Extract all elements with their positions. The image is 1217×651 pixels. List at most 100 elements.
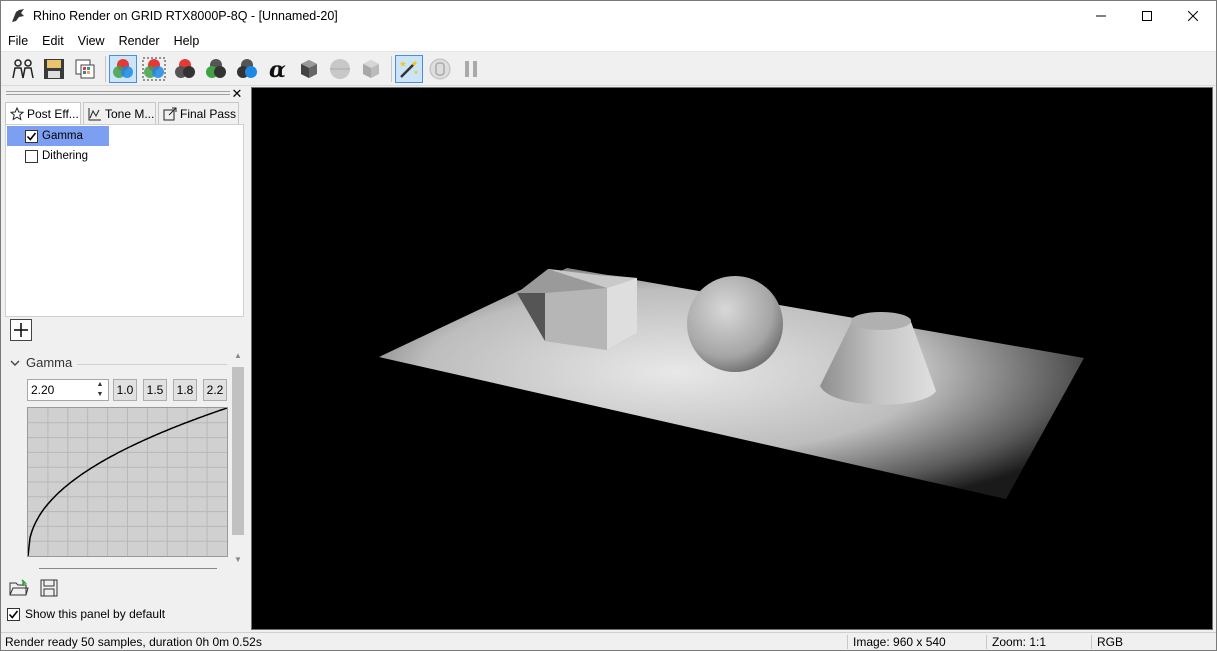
svg-text:α: α [269,57,286,81]
status-zoom: Zoom: 1:1 [992,635,1047,649]
dithering-checkbox[interactable] [25,149,38,163]
green-channel-button[interactable] [202,55,230,83]
post-effects-panel: ✕ Post Eff... Tone M... Final Pass Gamma… [3,87,246,632]
menu-view[interactable]: View [71,31,112,52]
gamma-curve [27,407,228,557]
save-button[interactable] [40,55,68,83]
toolbar-separator [391,55,392,82]
rgb-channels-icon [113,58,133,78]
close-icon [1188,11,1198,21]
status-separator [1091,635,1092,649]
list-item-label: Gamma [42,130,83,142]
status-separator [847,635,848,649]
minimize-button[interactable] [1078,1,1124,31]
tab-tone-mapping[interactable]: Tone M... [83,102,156,124]
scroll-thumb[interactable] [232,367,244,535]
tab-final-pass-label: Final Pass [180,106,237,121]
status-image-size: Image: 960 x 540 [853,635,946,649]
panel-close-button[interactable]: ✕ [230,87,244,101]
clone-button[interactable] [71,55,99,83]
menu-render[interactable]: Render [112,31,167,52]
preset-2-2-button[interactable]: 2.2 [203,379,227,401]
section-divider [77,364,227,365]
export-icon [163,107,177,121]
show-default-label: Show this panel by default [25,607,166,621]
effects-list: Gamma Dithering [5,124,244,317]
rgb-inverted-button[interactable] [140,55,168,83]
scroll-up-icon[interactable]: ▲ [232,349,244,363]
render-window-button[interactable] [9,55,37,83]
load-preset-button[interactable] [9,578,29,598]
preset-1-8-button[interactable]: 1.8 [173,379,197,401]
red-channel-button[interactable] [171,55,199,83]
status-separator [986,635,987,649]
maximize-button[interactable] [1124,1,1170,31]
add-effect-button[interactable] [10,319,32,341]
tab-final-pass[interactable]: Final Pass [158,102,239,124]
gamma-checkbox[interactable] [25,129,38,143]
spin-up-icon[interactable]: ▲ [94,380,106,390]
gamma-stepper[interactable]: ▲ ▼ [27,379,109,401]
pause-button[interactable] [457,55,485,83]
sphere-icon [330,58,350,79]
render-viewport[interactable] [251,87,1213,630]
monochrome-icon [301,59,317,78]
gamma-spinner[interactable]: ▲ ▼ [94,380,106,400]
gamma-settings: Gamma ▲ ▼ ▲ ▼ 1.0 1.5 1.8 2.2 [5,349,245,604]
cube-button[interactable] [357,55,385,83]
blue-channel-icon [237,58,257,78]
blue-channel-button[interactable] [233,55,261,83]
gamma-curve-graph [27,407,228,557]
horizontal-scroll-track[interactable] [39,568,217,569]
menu-bar: File Edit View Render Help [1,31,1216,52]
menu-file[interactable]: File [1,31,35,52]
chevron-down-icon [10,360,20,366]
stop-button[interactable] [426,55,454,83]
clone-icon [75,59,95,78]
save-icon [40,579,58,597]
status-bar: Render ready 50 samples, duration 0h 0m … [1,632,1216,650]
title-bar: Rhino Render on GRID RTX8000P-8Q - [Unna… [1,1,1216,31]
green-channel-icon [206,58,226,78]
monochrome-button[interactable] [295,55,323,83]
window-title: Rhino Render on GRID RTX8000P-8Q - [Unna… [33,9,338,23]
preset-1-5-button[interactable]: 1.5 [143,379,167,401]
vertical-scrollbar[interactable]: ▲ ▼ [231,349,244,569]
panel-tabs: Post Eff... Tone M... Final Pass [5,102,245,124]
rhino-app-icon [9,7,27,25]
red-channel-icon [175,58,195,78]
list-item-dithering[interactable]: Dithering [7,146,109,166]
render-window-icon [12,58,34,78]
gamma-value-input[interactable] [28,380,94,400]
menu-help[interactable]: Help [167,31,207,52]
show-default-checkbox[interactable] [7,607,20,621]
save-preset-button[interactable] [39,578,59,598]
show-default-option[interactable]: Show this panel by default [7,607,165,621]
status-message: Render ready 50 samples, duration 0h 0m … [5,635,262,649]
rgb-channels-button[interactable] [109,54,137,83]
panel-footer-buttons [9,578,59,598]
maximize-icon [1142,11,1152,21]
post-effects-button[interactable] [395,54,423,83]
toolbar: α [1,52,1216,86]
alpha-channel-icon: α [269,57,286,81]
list-item-gamma[interactable]: Gamma [7,126,109,146]
spin-down-icon[interactable]: ▼ [94,390,106,400]
preset-1-0-button[interactable]: 1.0 [113,379,137,401]
status-channel: RGB [1097,635,1124,649]
scroll-down-icon[interactable]: ▼ [232,553,244,567]
save-icon [44,58,64,79]
graph-icon [88,107,102,121]
alpha-channel-button[interactable]: α [264,55,292,83]
sphere-button[interactable] [326,55,354,83]
panel-grip[interactable] [6,91,230,95]
stop-icon [429,58,451,79]
section-title: Gamma [26,355,73,370]
render-window: Rhino Render on GRID RTX8000P-8Q - [Unna… [0,0,1217,651]
gamma-section-header[interactable]: Gamma [9,355,72,370]
checkmark-icon [26,132,37,141]
cube-icon [363,59,379,78]
menu-edit[interactable]: Edit [35,31,71,52]
tab-post-effects[interactable]: Post Eff... [5,102,81,124]
close-button[interactable] [1170,1,1216,31]
